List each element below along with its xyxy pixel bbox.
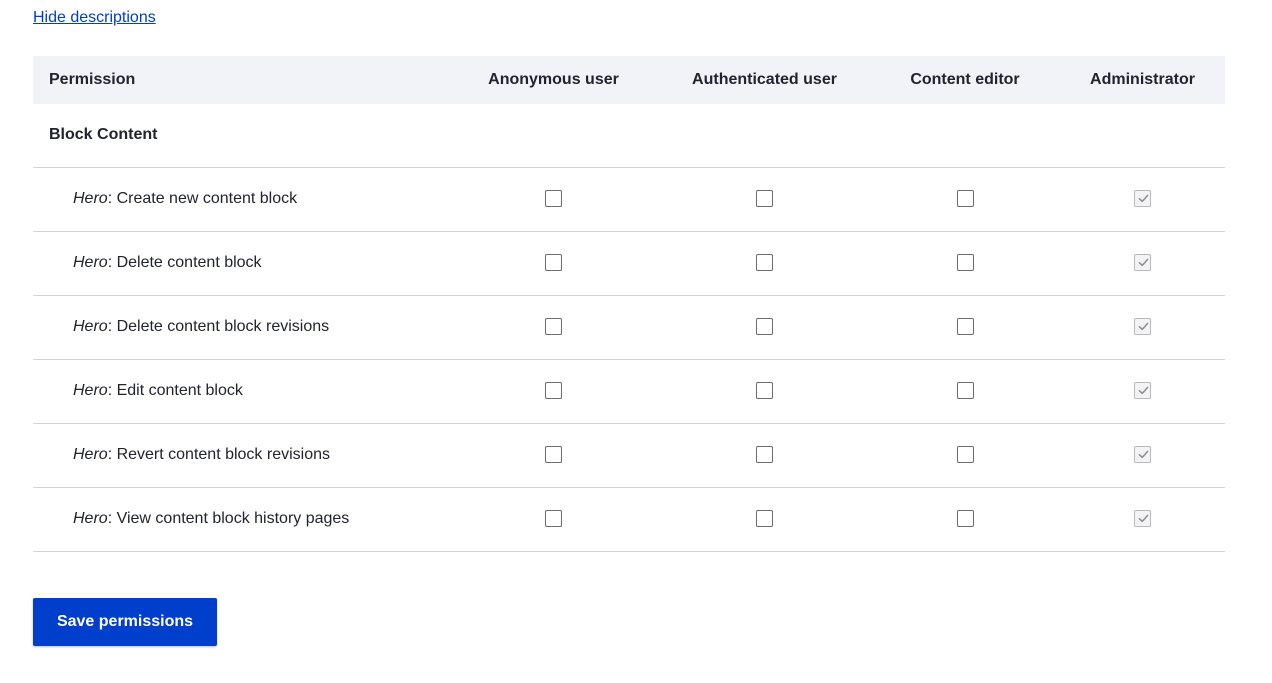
checkmark-icon xyxy=(1138,194,1149,203)
permission-cell-anonymous-user xyxy=(448,231,659,295)
checkbox-authenticated-user[interactable] xyxy=(756,446,773,464)
checkmark-icon xyxy=(1138,258,1149,267)
checkbox-administrator xyxy=(1134,446,1151,464)
permission-label: : Edit content block xyxy=(107,382,243,399)
save-permissions-button[interactable]: Save permissions xyxy=(33,598,217,646)
module-name: Block Content xyxy=(49,126,158,144)
checkbox-authenticated-user[interactable] xyxy=(756,318,773,336)
checkbox-content-editor[interactable] xyxy=(956,446,974,464)
permission-name: Hero: View content block history pages xyxy=(33,487,448,551)
column-header-anonymous-user: Anonymous user xyxy=(488,71,619,88)
permission-prefix: Hero xyxy=(73,510,108,527)
column-header-administrator: Administrator xyxy=(1090,71,1195,88)
checkmark-icon xyxy=(1138,450,1149,459)
permissions-table: Permission Anonymous user Authenticated … xyxy=(33,56,1225,552)
checkbox-administrator xyxy=(1134,382,1151,400)
permission-cell-administrator xyxy=(1060,167,1225,231)
permission-name: Hero: Revert content block revisions xyxy=(33,423,448,487)
permission-cell-anonymous-user xyxy=(448,423,659,487)
column-header-authenticated-user: Authenticated user xyxy=(692,71,837,88)
checkbox-anonymous-user[interactable] xyxy=(545,190,562,208)
permission-label: : Delete content block xyxy=(107,254,262,271)
permission-cell-content-editor xyxy=(870,167,1060,231)
hide-descriptions-link[interactable]: Hide descriptions xyxy=(33,9,156,27)
module-row: Block Content xyxy=(33,104,1225,167)
checkbox-anonymous-user[interactable] xyxy=(545,446,562,464)
permission-cell-administrator xyxy=(1060,359,1225,423)
permission-label: : Revert content block revisions xyxy=(107,446,331,463)
permission-cell-content-editor xyxy=(870,231,1060,295)
checkbox-authenticated-user[interactable] xyxy=(756,510,773,528)
checkbox-content-editor[interactable] xyxy=(956,318,974,336)
checkbox-content-editor[interactable] xyxy=(956,254,974,272)
permission-cell-anonymous-user xyxy=(448,167,659,231)
permission-prefix: Hero xyxy=(73,254,108,271)
checkbox-content-editor[interactable] xyxy=(956,382,974,400)
table-row: Hero: Edit content block xyxy=(33,359,1225,423)
permission-cell-content-editor xyxy=(870,423,1060,487)
permission-cell-administrator xyxy=(1060,487,1225,551)
permission-cell-administrator xyxy=(1060,231,1225,295)
permission-prefix: Hero xyxy=(73,446,108,463)
table-row: Hero: Create new content block xyxy=(33,167,1225,231)
checkbox-anonymous-user[interactable] xyxy=(545,318,562,336)
checkbox-administrator xyxy=(1134,318,1151,336)
checkbox-authenticated-user[interactable] xyxy=(756,254,773,272)
permission-name: Hero: Delete content block xyxy=(33,231,448,295)
table-row: Hero: Revert content block revisions xyxy=(33,423,1225,487)
checkbox-anonymous-user[interactable] xyxy=(545,510,562,528)
column-header-permission: Permission xyxy=(49,71,136,88)
permission-cell-anonymous-user xyxy=(448,295,659,359)
permission-cell-anonymous-user xyxy=(448,487,659,551)
permission-cell-anonymous-user xyxy=(448,359,659,423)
table-row: Hero: View content block history pages xyxy=(33,487,1225,551)
permission-cell-authenticated-user xyxy=(659,487,870,551)
checkbox-content-editor[interactable] xyxy=(956,510,974,528)
permission-prefix: Hero xyxy=(73,382,108,399)
permission-cell-authenticated-user xyxy=(659,359,870,423)
table-header-row: Permission Anonymous user Authenticated … xyxy=(33,56,1225,104)
permission-name: Hero: Edit content block xyxy=(33,359,448,423)
permission-cell-administrator xyxy=(1060,295,1225,359)
permission-cell-authenticated-user xyxy=(659,423,870,487)
checkbox-administrator xyxy=(1134,510,1151,528)
column-header-content-editor: Content editor xyxy=(910,71,1020,88)
permission-label: : Delete content block revisions xyxy=(107,318,330,335)
permission-prefix: Hero xyxy=(73,318,108,335)
permission-name: Hero: Create new content block xyxy=(33,167,448,231)
checkbox-authenticated-user[interactable] xyxy=(756,382,773,400)
checkmark-icon xyxy=(1138,514,1149,523)
checkbox-administrator xyxy=(1134,254,1151,272)
permission-cell-content-editor xyxy=(870,295,1060,359)
checkmark-icon xyxy=(1138,386,1149,395)
permission-cell-authenticated-user xyxy=(659,167,870,231)
permission-cell-content-editor xyxy=(870,487,1060,551)
checkbox-administrator xyxy=(1134,190,1151,208)
permission-label: : Create new content block xyxy=(107,190,298,207)
permission-cell-authenticated-user xyxy=(659,231,870,295)
permission-name: Hero: Delete content block revisions xyxy=(33,295,448,359)
table-row: Hero: Delete content block revisions xyxy=(33,295,1225,359)
permission-label: : View content block history pages xyxy=(107,510,350,527)
permission-cell-authenticated-user xyxy=(659,295,870,359)
checkbox-authenticated-user[interactable] xyxy=(756,190,773,208)
permission-cell-content-editor xyxy=(870,359,1060,423)
checkbox-content-editor[interactable] xyxy=(956,190,974,208)
checkbox-anonymous-user[interactable] xyxy=(545,382,562,400)
checkbox-anonymous-user[interactable] xyxy=(545,254,562,272)
table-row: Hero: Delete content block xyxy=(33,231,1225,295)
permission-cell-administrator xyxy=(1060,423,1225,487)
checkmark-icon xyxy=(1138,322,1149,331)
permission-prefix: Hero xyxy=(73,190,108,207)
permissions-page: Hide descriptions Permission Anonymous u… xyxy=(0,0,1272,683)
